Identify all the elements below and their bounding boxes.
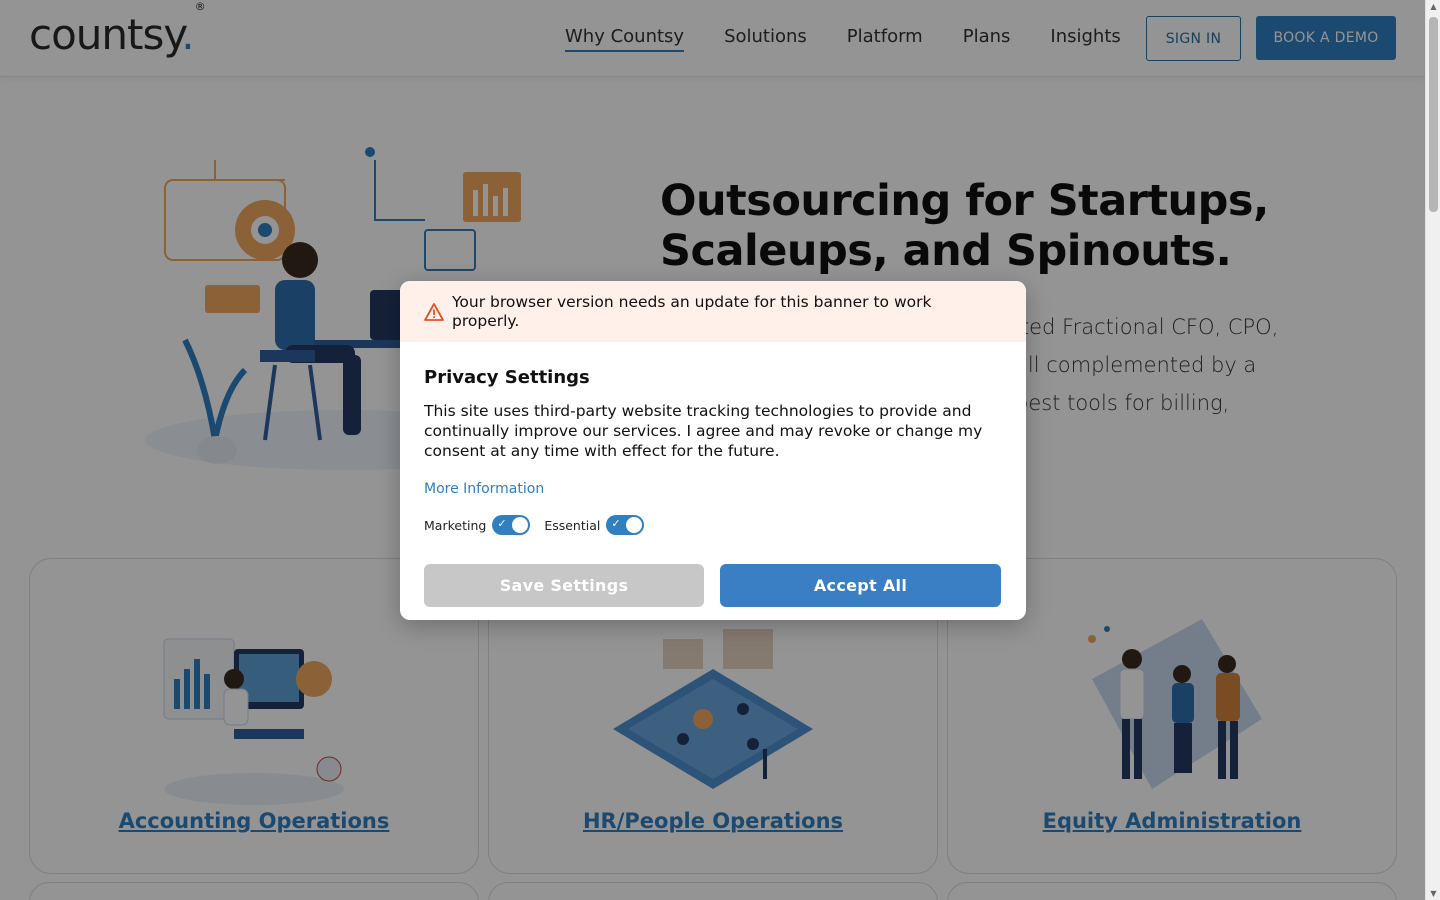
- checkmark-icon: ✓: [497, 517, 507, 530]
- page-scrollbar[interactable]: ▲ ▼: [1425, 0, 1440, 900]
- marketing-toggle-label: Marketing: [424, 517, 487, 533]
- warning-triangle-icon: [424, 303, 444, 321]
- consent-toggles: Marketing ✓ Essential ✓: [424, 515, 658, 535]
- privacy-settings-modal: Your browser version needs an update for…: [400, 281, 1026, 620]
- marketing-toggle[interactable]: ✓: [492, 515, 531, 535]
- accept-all-button[interactable]: Accept All: [720, 564, 1001, 607]
- warning-text: Your browser version needs an update for…: [452, 293, 932, 330]
- save-settings-button[interactable]: Save Settings: [424, 564, 704, 607]
- essential-toggle-label: Essential: [544, 517, 601, 533]
- scroll-up-icon[interactable]: ▲: [1429, 2, 1438, 11]
- scroll-down-icon[interactable]: ▼: [1429, 889, 1438, 898]
- browser-warning-bar: Your browser version needs an update for…: [400, 281, 1026, 342]
- toggle-knob: [512, 517, 529, 533]
- modal-title: Privacy Settings: [424, 367, 590, 388]
- scrollbar-thumb[interactable]: [1429, 17, 1438, 212]
- modal-body: This site uses third-party website track…: [424, 402, 983, 460]
- checkmark-icon: ✓: [611, 517, 621, 530]
- essential-toggle[interactable]: ✓: [606, 515, 645, 535]
- toggle-knob: [626, 517, 643, 533]
- more-information-link[interactable]: More Information: [424, 481, 544, 497]
